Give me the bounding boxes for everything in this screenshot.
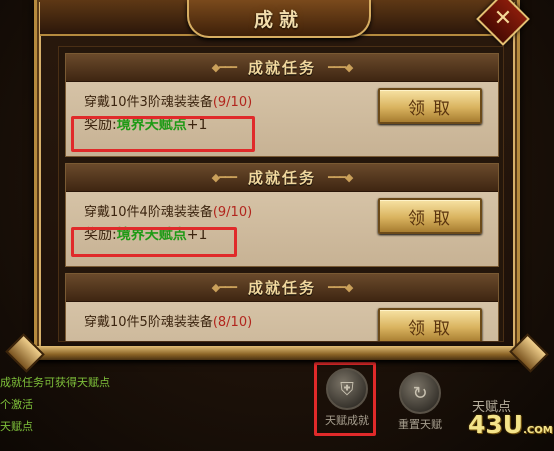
ornament-right-icon: ━━━◆	[328, 281, 353, 294]
ornament-right-icon: ━━━◆	[328, 171, 353, 184]
reward-name: 境界天赋点	[116, 117, 187, 133]
claim-button[interactable]: 领取	[378, 88, 482, 124]
achievement-card: ◆━━━ 成就任务 ━━━◆ 穿戴10件3阶魂装装备(9/10) 奖励:境界天赋…	[65, 53, 499, 157]
ornament-left-icon: ◆━━━	[211, 171, 237, 184]
talent-achievement-button[interactable]: ⛨ 天赋成就	[322, 368, 372, 428]
card-header: ◆━━━ 成就任务 ━━━◆	[66, 164, 498, 192]
task-description: 穿戴10件4阶魂装装备(9/10)	[84, 201, 252, 220]
task-progress: (8/10)	[212, 315, 253, 330]
watermark-logo: 43U.COM	[468, 410, 553, 439]
achievement-list[interactable]: ◆━━━ 成就任务 ━━━◆ 穿戴10件3阶魂装装备(9/10) 奖励:境界天赋…	[58, 46, 504, 342]
tip-line: 个激活	[0, 398, 33, 411]
claim-button[interactable]: 领取	[378, 198, 482, 234]
ornament-left-icon: ◆━━━	[211, 281, 237, 294]
close-icon: ✕	[493, 5, 513, 31]
task-description: 穿戴10件5阶魂装装备(8/10)	[84, 311, 252, 330]
card-header-title: 成就任务	[247, 279, 316, 297]
reward-line: 奖励:境界天赋点+1	[84, 114, 207, 134]
card-header: ◆━━━ 成就任务 ━━━◆	[66, 274, 498, 302]
reward-line: 奖励:境界天赋点+1	[84, 224, 207, 244]
ornament-left-icon: ◆━━━	[211, 61, 237, 74]
dialog-title: 成就	[253, 8, 304, 31]
watermark-suffix: .COM	[523, 425, 553, 436]
reset-talent-button[interactable]: ↻ 重置天赋	[394, 372, 446, 432]
reset-talent-label: 重置天赋	[398, 418, 442, 431]
reward-label: 奖励:	[84, 117, 117, 133]
tip-line: 成就任务可获得天赋点	[0, 376, 110, 389]
reward-label: 奖励:	[84, 227, 117, 243]
reward-name: 境界天赋点	[116, 227, 187, 243]
tips-text: 成就任务可获得天赋点 个激活 天赋点	[0, 372, 110, 438]
dialog-title-plate: 成就	[187, 0, 371, 38]
task-progress: (9/10)	[212, 95, 253, 110]
reward-value: +1	[186, 227, 208, 243]
task-text: 穿戴10件5阶魂装装备	[84, 315, 213, 330]
achievement-card: ◆━━━ 成就任务 ━━━◆ 穿戴10件5阶魂装装备(8/10) 领取	[65, 273, 499, 341]
claim-button[interactable]: 领取	[378, 308, 482, 341]
card-header: ◆━━━ 成就任务 ━━━◆	[66, 54, 498, 82]
card-header-title: 成就任务	[247, 169, 316, 187]
shield-emblem-icon: ⛨	[326, 368, 368, 410]
achievement-card: ◆━━━ 成就任务 ━━━◆ 穿戴10件4阶魂装装备(9/10) 奖励:境界天赋…	[65, 163, 499, 267]
achievement-screen: 成就 ✕ ◆━━━ 成就任务 ━━━◆ 穿戴10件3阶魂装装备(9/10) 奖励…	[0, 0, 554, 451]
task-text: 穿戴10件4阶魂装装备	[84, 205, 213, 220]
talent-achievement-label: 天赋成就	[325, 414, 369, 427]
ornament-right-icon: ━━━◆	[328, 61, 353, 74]
frame-bottom-bar	[20, 346, 534, 360]
task-text: 穿戴10件3阶魂装装备	[84, 95, 213, 110]
reward-value: +1	[186, 117, 208, 133]
task-progress: (9/10)	[212, 205, 253, 220]
reset-swirl-icon: ↻	[399, 372, 441, 414]
task-description: 穿戴10件3阶魂装装备(9/10)	[84, 91, 252, 110]
card-header-title: 成就任务	[247, 59, 316, 77]
watermark-main: 43U	[468, 410, 524, 439]
tip-line: 天赋点	[0, 420, 33, 433]
